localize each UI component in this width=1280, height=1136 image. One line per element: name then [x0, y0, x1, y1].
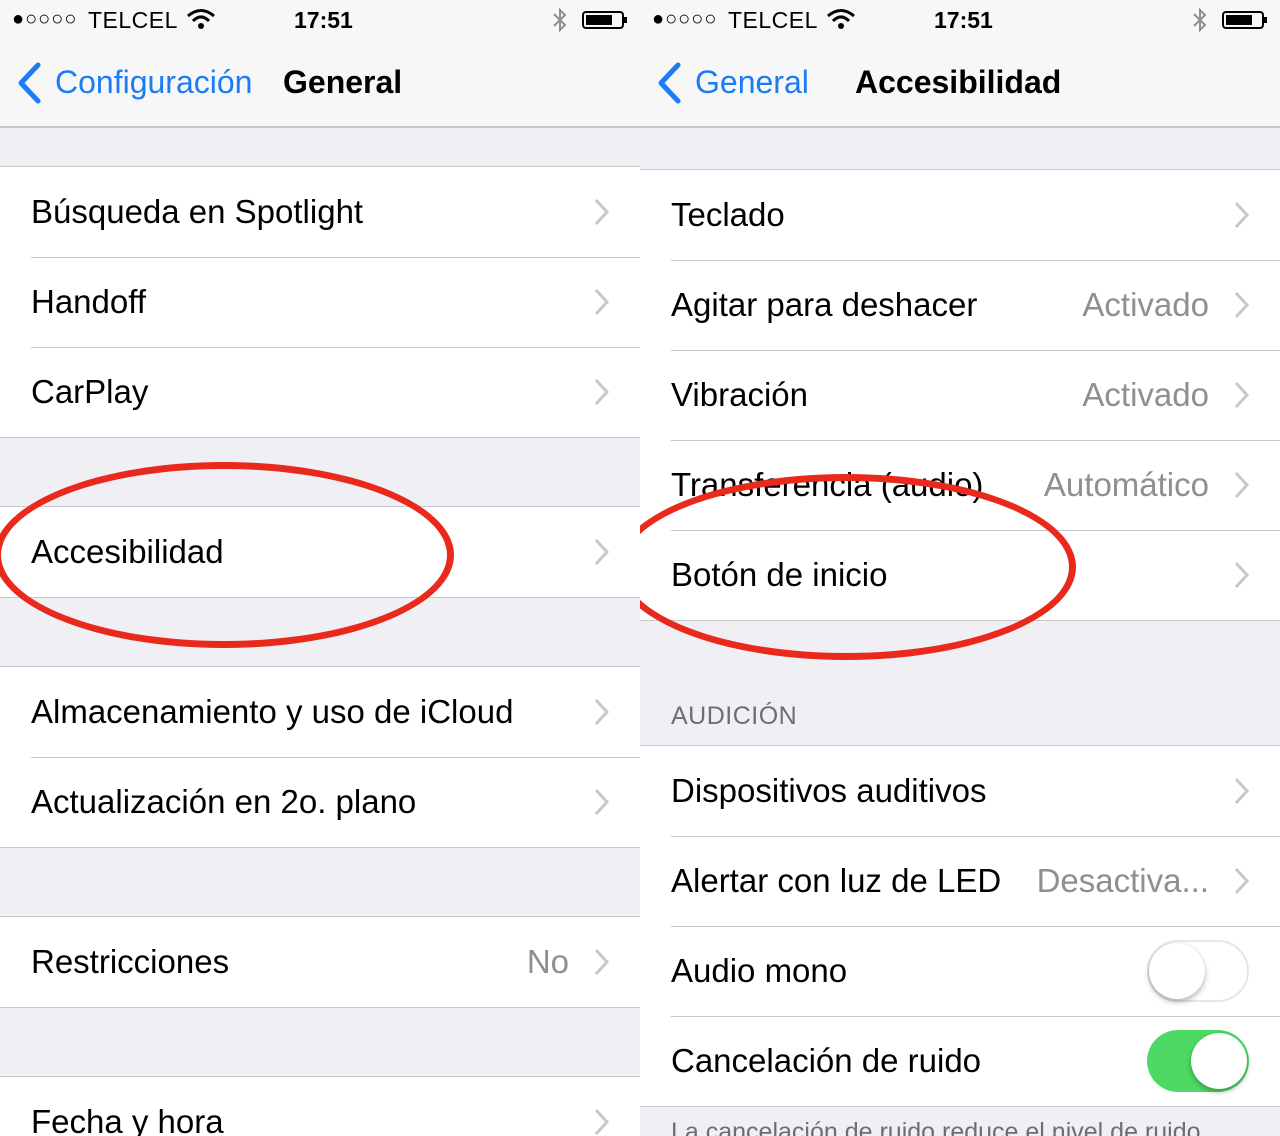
carrier-name: TELCEL [728, 7, 818, 33]
wifi-icon [187, 9, 215, 29]
row-label: Vibración [671, 376, 808, 413]
shake-to-undo-row[interactable]: Agitar para deshacer Activado [640, 260, 1280, 350]
noise-cancellation-row: Cancelación de ruido [640, 1016, 1280, 1106]
row-label: Dispositivos auditivos [671, 772, 987, 809]
wifi-icon [827, 9, 855, 29]
hearing-devices-row[interactable]: Dispositivos auditivos [640, 746, 1280, 836]
row-value: Desactiva... [1036, 862, 1209, 899]
chevron-right-icon [1234, 777, 1250, 805]
row-label: Botón de inicio [671, 556, 888, 593]
chevron-right-icon [594, 948, 610, 976]
status-bar: ●○○○○ TELCEL 17:51 [0, 0, 640, 40]
background-refresh-row[interactable]: Actualización en 2o. plano [0, 757, 640, 847]
accessibility-settings-screen: ●○○○○ TELCEL 17:51 General Accesibilidad [640, 0, 1280, 1136]
row-label: Alertar con luz de LED [671, 862, 1002, 899]
signal-strength-icon: ●○○○○ [652, 8, 718, 30]
row-value: Activado [1082, 376, 1209, 413]
row-label: Handoff [31, 283, 146, 320]
chevron-right-icon [1234, 561, 1250, 589]
row-label: Almacenamiento y uso de iCloud [31, 693, 514, 730]
row-label: Transferencia (audio) [671, 466, 984, 503]
status-bar: ●○○○○ TELCEL 17:51 [640, 0, 1280, 40]
back-chevron-icon[interactable] [656, 62, 682, 104]
navigation-header: ●○○○○ TELCEL 17:51 General Accesibilidad [640, 0, 1280, 128]
chevron-right-icon [594, 378, 610, 406]
icloud-storage-row[interactable]: Almacenamiento y uso de iCloud [0, 667, 640, 757]
chevron-right-icon [1234, 867, 1250, 895]
settings-group: Teclado Agitar para deshacer Activado Vi… [640, 169, 1280, 621]
chevron-right-icon [1234, 201, 1250, 229]
row-label: Búsqueda en Spotlight [31, 193, 364, 230]
toggle-knob [1149, 943, 1205, 999]
chevron-right-icon [594, 698, 610, 726]
page-title: Accesibilidad [855, 64, 1062, 100]
chevron-right-icon [1234, 291, 1250, 319]
row-label: Cancelación de ruido [671, 1042, 982, 1079]
noise-cancellation-toggle[interactable] [1147, 1030, 1249, 1092]
row-label: Audio mono [671, 952, 848, 989]
settings-group: Fecha y hora [0, 1076, 640, 1136]
row-label: Agitar para deshacer [671, 286, 978, 323]
navigation-header: ●○○○○ TELCEL 17:51 Configuración General [0, 0, 640, 128]
bluetooth-icon [553, 7, 567, 33]
signal-strength-icon: ●○○○○ [12, 8, 78, 30]
row-value: Automático [1043, 466, 1209, 503]
page-title: General [283, 64, 403, 100]
toggle-knob [1191, 1033, 1247, 1089]
chevron-right-icon [594, 288, 610, 316]
led-flash-alerts-row[interactable]: Alertar con luz de LED Desactiva... [640, 836, 1280, 926]
chevron-right-icon [1234, 381, 1250, 409]
home-button-row[interactable]: Botón de inicio [640, 530, 1280, 620]
section-header-hearing: AUDICIÓN [671, 702, 798, 730]
vibration-row[interactable]: Vibración Activado [640, 350, 1280, 440]
chevron-right-icon [594, 198, 610, 226]
bluetooth-icon [1193, 7, 1207, 33]
row-label: Teclado [671, 196, 785, 233]
row-value: Activado [1082, 286, 1209, 323]
row-label: Restricciones [31, 943, 230, 980]
status-time: 17:51 [934, 7, 993, 33]
settings-group: Búsqueda en Spotlight Handoff CarPlay [0, 166, 640, 438]
battery-icon [1222, 11, 1267, 29]
row-label: Fecha y hora [31, 1103, 224, 1136]
mono-audio-toggle[interactable] [1147, 940, 1249, 1002]
date-time-row[interactable]: Fecha y hora [0, 1077, 640, 1136]
row-label: Accesibilidad [31, 533, 224, 570]
chevron-right-icon [594, 538, 610, 566]
restrictions-row[interactable]: Restricciones No [0, 917, 640, 1007]
row-label: CarPlay [31, 373, 149, 410]
back-chevron-icon[interactable] [16, 62, 42, 104]
spotlight-search-row[interactable]: Búsqueda en Spotlight [0, 167, 640, 257]
settings-group: Restricciones No [0, 916, 640, 1008]
noise-cancellation-footer: La cancelación de ruido reduce el nivel … [671, 1118, 1201, 1136]
settings-group: Dispositivos auditivos Alertar con luz d… [640, 745, 1280, 1107]
back-button[interactable]: Configuración [55, 64, 252, 101]
keyboard-row[interactable]: Teclado [640, 170, 1280, 260]
general-settings-screen: ●○○○○ TELCEL 17:51 Configuración General [0, 0, 640, 1136]
mono-audio-row: Audio mono [640, 926, 1280, 1016]
carplay-row[interactable]: CarPlay [0, 347, 640, 437]
row-label: Actualización en 2o. plano [31, 783, 417, 820]
handoff-row[interactable]: Handoff [0, 257, 640, 347]
settings-group: Accesibilidad [0, 506, 640, 598]
audio-routing-row[interactable]: Transferencia (audio) Automático [640, 440, 1280, 530]
battery-icon [582, 11, 627, 29]
carrier-name: TELCEL [88, 7, 178, 33]
back-button[interactable]: General [695, 64, 809, 101]
settings-group: Almacenamiento y uso de iCloud Actualiza… [0, 666, 640, 848]
row-value: No [526, 943, 569, 980]
status-time: 17:51 [294, 7, 353, 33]
chevron-right-icon [594, 788, 610, 816]
accessibility-row[interactable]: Accesibilidad [0, 507, 640, 597]
chevron-right-icon [1234, 471, 1250, 499]
chevron-right-icon [594, 1108, 610, 1136]
